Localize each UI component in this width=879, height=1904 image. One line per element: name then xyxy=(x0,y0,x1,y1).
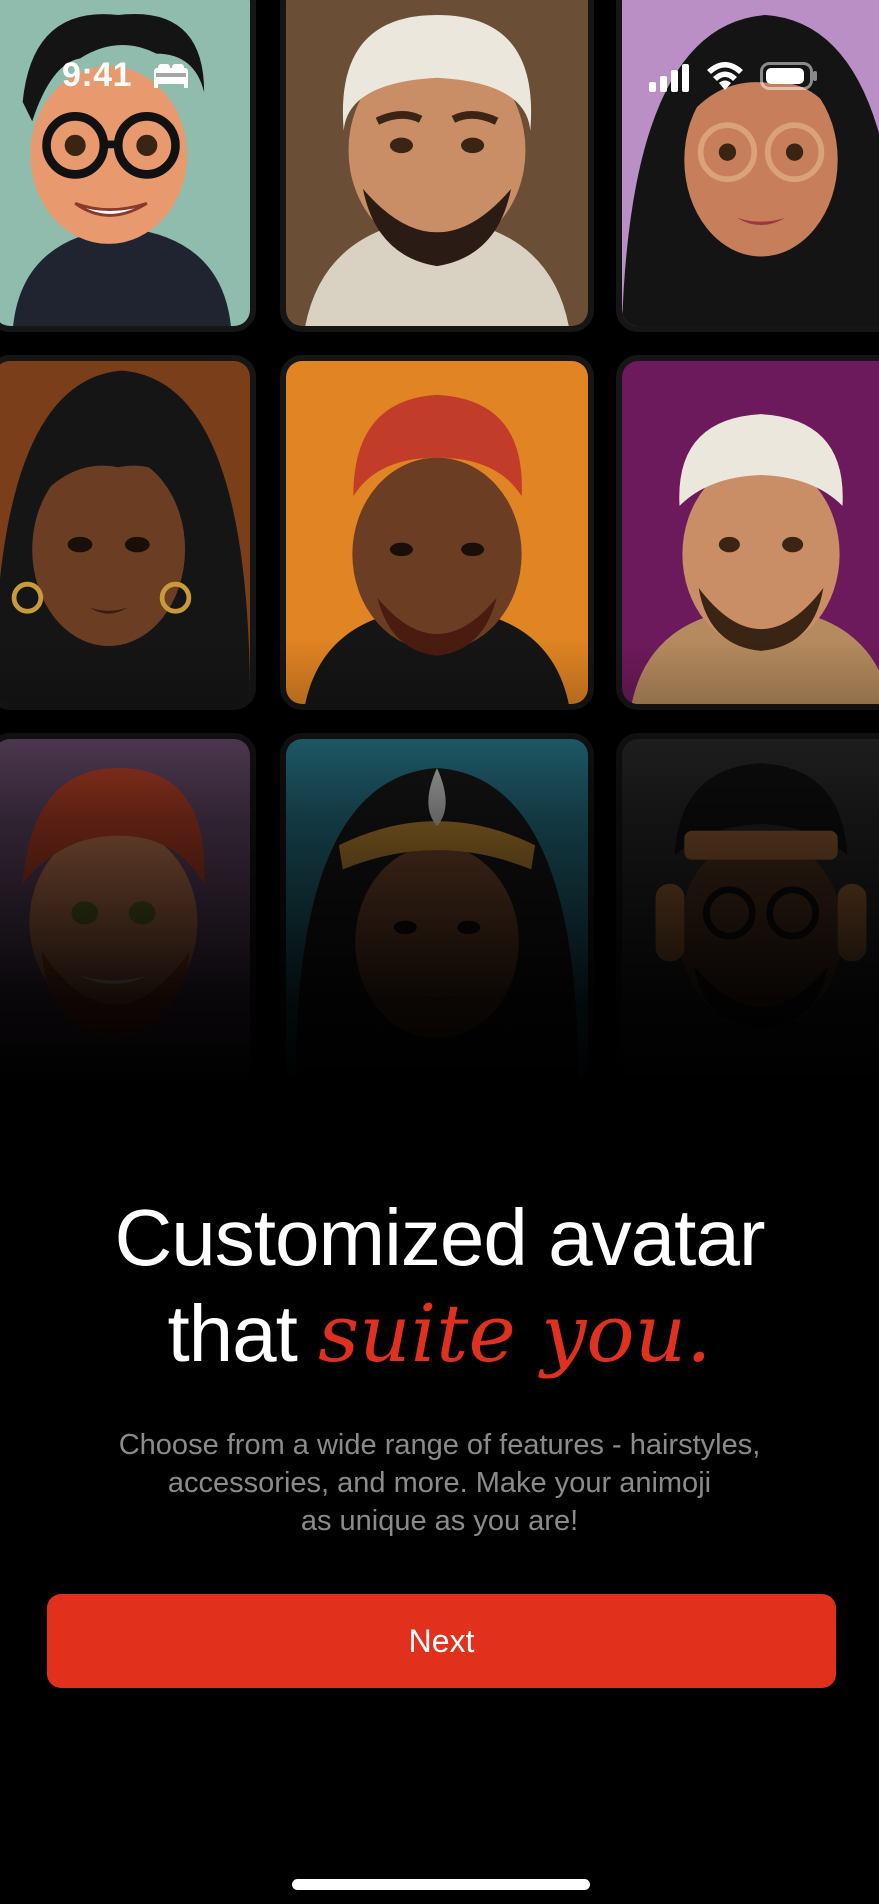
wifi-icon xyxy=(707,62,743,90)
description-line-3: as unique as you are! xyxy=(300,1505,579,1537)
headline-accent-text: suite you. xyxy=(318,1287,712,1380)
next-button[interactable]: Next xyxy=(47,1594,836,1688)
home-indicator[interactable] xyxy=(292,1879,590,1890)
avatar-ginger-bearded-man xyxy=(0,739,250,1082)
onboarding-screen: 9:41 Customized avatar that suite you. C… xyxy=(0,0,879,1904)
cellular-signal-icon xyxy=(649,64,689,92)
page-title: Customized avatar that suite you. xyxy=(0,1190,879,1382)
avatar-braided-hair-woman xyxy=(0,361,250,704)
avatar-headphones-man xyxy=(622,739,879,1082)
description-line-1: Choose from a wide range of features - h… xyxy=(118,1429,761,1461)
avatar-tile-7[interactable] xyxy=(0,733,256,1088)
headline-plain-text: that xyxy=(167,1289,319,1378)
avatar-tile-5[interactable] xyxy=(280,355,594,710)
avatar-tile-9[interactable] xyxy=(616,733,879,1088)
avatar-grid xyxy=(0,0,879,1090)
avatar-kufi-cap-man xyxy=(622,361,879,704)
avatar-tile-6[interactable] xyxy=(616,355,879,710)
status-time: 9:41 xyxy=(62,56,133,94)
avatar-headband-woman xyxy=(286,739,588,1082)
status-bar: 9:41 xyxy=(0,0,879,150)
headline-line-2: that suite you. xyxy=(0,1286,879,1382)
avatar-tile-8[interactable] xyxy=(280,733,594,1088)
battery-icon xyxy=(760,62,817,90)
bed-icon xyxy=(154,64,188,88)
description-text: Choose from a wide range of features - h… xyxy=(60,1426,819,1540)
avatar-tile-4[interactable] xyxy=(0,355,256,710)
avatar-red-hair-man-hoodie xyxy=(286,361,588,704)
headline-line-1: Customized avatar xyxy=(114,1193,766,1282)
description-line-2: accessories, and more. Make your animoji xyxy=(167,1467,712,1499)
